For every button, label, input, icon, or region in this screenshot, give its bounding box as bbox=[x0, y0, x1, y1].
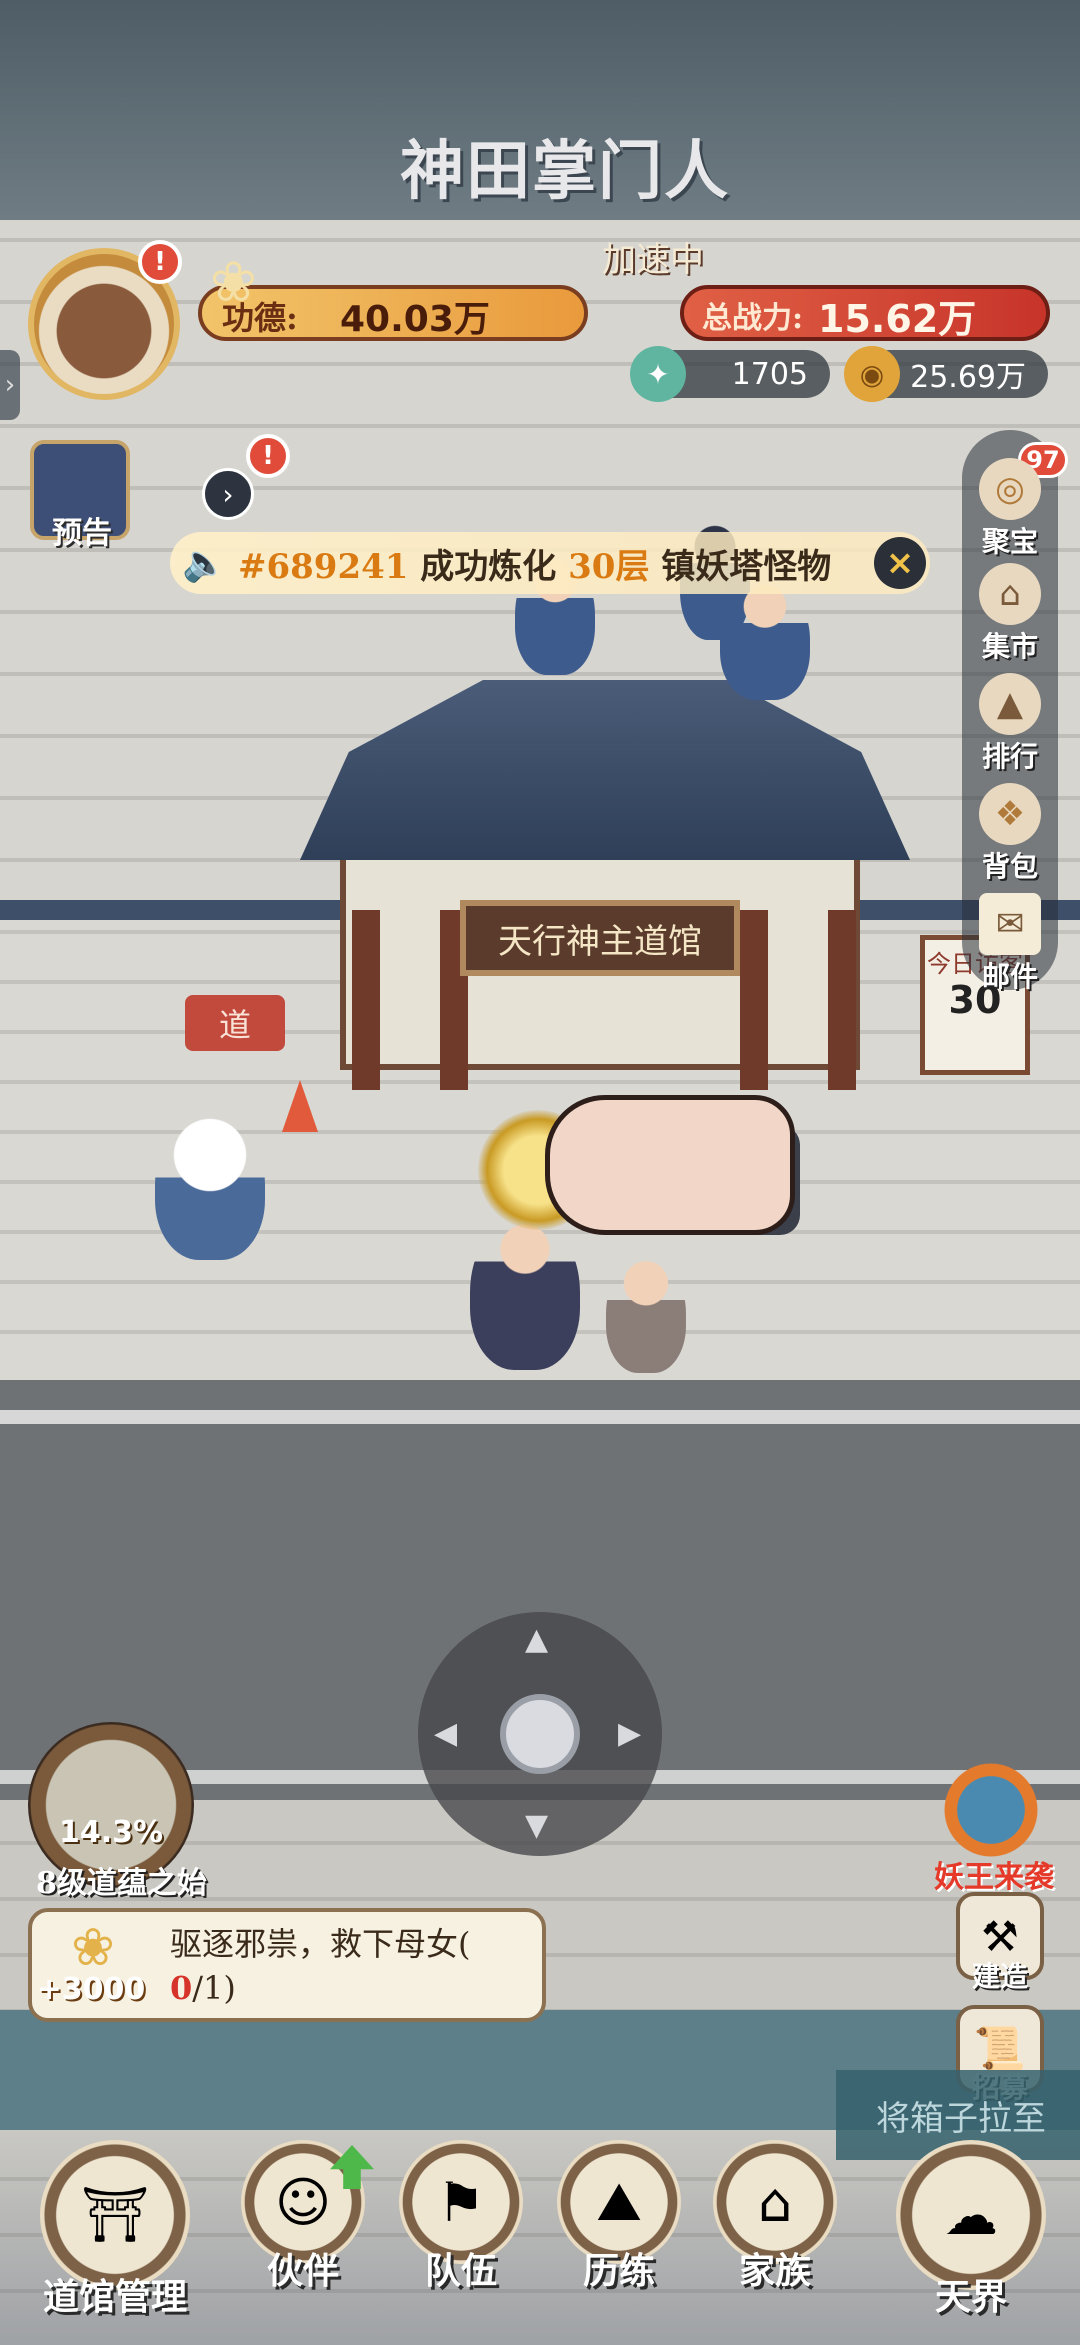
menu-item-treasure[interactable]: ◎ 聚宝 bbox=[962, 458, 1058, 560]
game-title: 神田掌门人 bbox=[400, 134, 730, 209]
expand-button[interactable]: › bbox=[202, 468, 254, 520]
quest-progress-total: /1) bbox=[192, 1969, 236, 2007]
stork-character[interactable] bbox=[155, 1110, 265, 1260]
broadcast-close-button[interactable]: × bbox=[874, 537, 926, 589]
mail-icon: ✉ bbox=[979, 893, 1041, 955]
quest-reward: +3000 bbox=[36, 1972, 146, 2007]
quest-progress-current: 0 bbox=[170, 1969, 193, 2007]
tutorial-hand-pointer-icon bbox=[545, 1095, 795, 1235]
expand-alert-badge: ! bbox=[246, 434, 290, 478]
temple-pillar bbox=[740, 910, 768, 1090]
avatar-alert-badge: ! bbox=[138, 240, 182, 284]
coin-icon: ◉ bbox=[844, 346, 900, 402]
joystick-knob[interactable] bbox=[500, 1694, 580, 1774]
menu-item-ranking[interactable]: ▲ 排行 bbox=[962, 673, 1058, 775]
hammer-icon: ⚒ bbox=[981, 1911, 1019, 1961]
side-drawer-tab[interactable]: › bbox=[0, 350, 20, 420]
player-character[interactable] bbox=[470, 1215, 580, 1370]
menu-item-market[interactable]: ⌂ 集市 bbox=[962, 563, 1058, 665]
power-value: 15.62万 bbox=[818, 297, 977, 341]
temple-pillar bbox=[828, 910, 856, 1090]
level-name: 8级道蕴之始 bbox=[36, 1866, 207, 1901]
nav-item-daoguan[interactable]: ⛩ 道馆管理 bbox=[20, 2140, 210, 2320]
npc-character[interactable] bbox=[720, 580, 810, 700]
nav-item-team[interactable]: ⚑ 队伍 bbox=[396, 2140, 526, 2294]
speed-status: 加速中 bbox=[602, 240, 704, 280]
jade-value: 1705 bbox=[731, 356, 808, 392]
nav-item-heaven[interactable]: ☁ 天界 bbox=[876, 2140, 1066, 2320]
demon-king-label: 妖王来袭 bbox=[934, 1860, 1054, 1895]
girl-character[interactable] bbox=[606, 1255, 686, 1373]
menu-item-bag[interactable]: ❖ 背包 bbox=[962, 783, 1058, 885]
temple-pillar bbox=[352, 910, 380, 1090]
broadcast-message: #689241 成功炼化 30层 镇妖塔怪物 bbox=[238, 546, 832, 587]
joystick-up-arrow-icon: ▲ bbox=[525, 1622, 549, 1657]
bag-icon: ❖ bbox=[979, 783, 1041, 845]
road-line-top bbox=[0, 1410, 1080, 1424]
merit-label: 功德: bbox=[222, 299, 298, 337]
power-label: 总战力: bbox=[702, 301, 804, 336]
joystick-left-arrow-icon: ◀ bbox=[434, 1716, 458, 1751]
nav-item-clan[interactable]: ⌂ 家族 bbox=[710, 2140, 840, 2294]
build-label: 建造 bbox=[971, 1960, 1028, 1993]
merit-value: 40.03万 bbox=[340, 299, 490, 340]
treasure-icon: ◎ bbox=[979, 458, 1041, 520]
nav-item-training[interactable]: ⛰ 历练 bbox=[554, 2140, 684, 2294]
joystick-right-arrow-icon: ▶ bbox=[618, 1716, 642, 1751]
joystick-down-arrow-icon: ▼ bbox=[525, 1808, 549, 1843]
market-icon: ⌂ bbox=[979, 563, 1041, 625]
speaker-icon: 🔈 bbox=[182, 543, 227, 584]
temple-sign[interactable]: 天行神主道馆 bbox=[460, 900, 740, 976]
preview-label: 预告 bbox=[52, 516, 112, 551]
coin-value: 25.69万 bbox=[910, 360, 1026, 395]
quest-text: 驱逐邪祟，救下母女( 0/1) bbox=[170, 1925, 471, 2007]
demon-king-icon[interactable] bbox=[936, 1760, 1046, 1860]
jade-icon: ✦ bbox=[630, 346, 686, 402]
level-percent: 14.3% bbox=[58, 1815, 164, 1850]
dao-sign: 道 bbox=[185, 995, 285, 1051]
menu-item-mail[interactable]: ✉ 邮件 bbox=[962, 893, 1058, 995]
broadcast-banner: 🔈 #689241 成功炼化 30层 镇妖塔怪物 bbox=[170, 532, 930, 594]
ranking-icon: ▲ bbox=[979, 673, 1041, 735]
